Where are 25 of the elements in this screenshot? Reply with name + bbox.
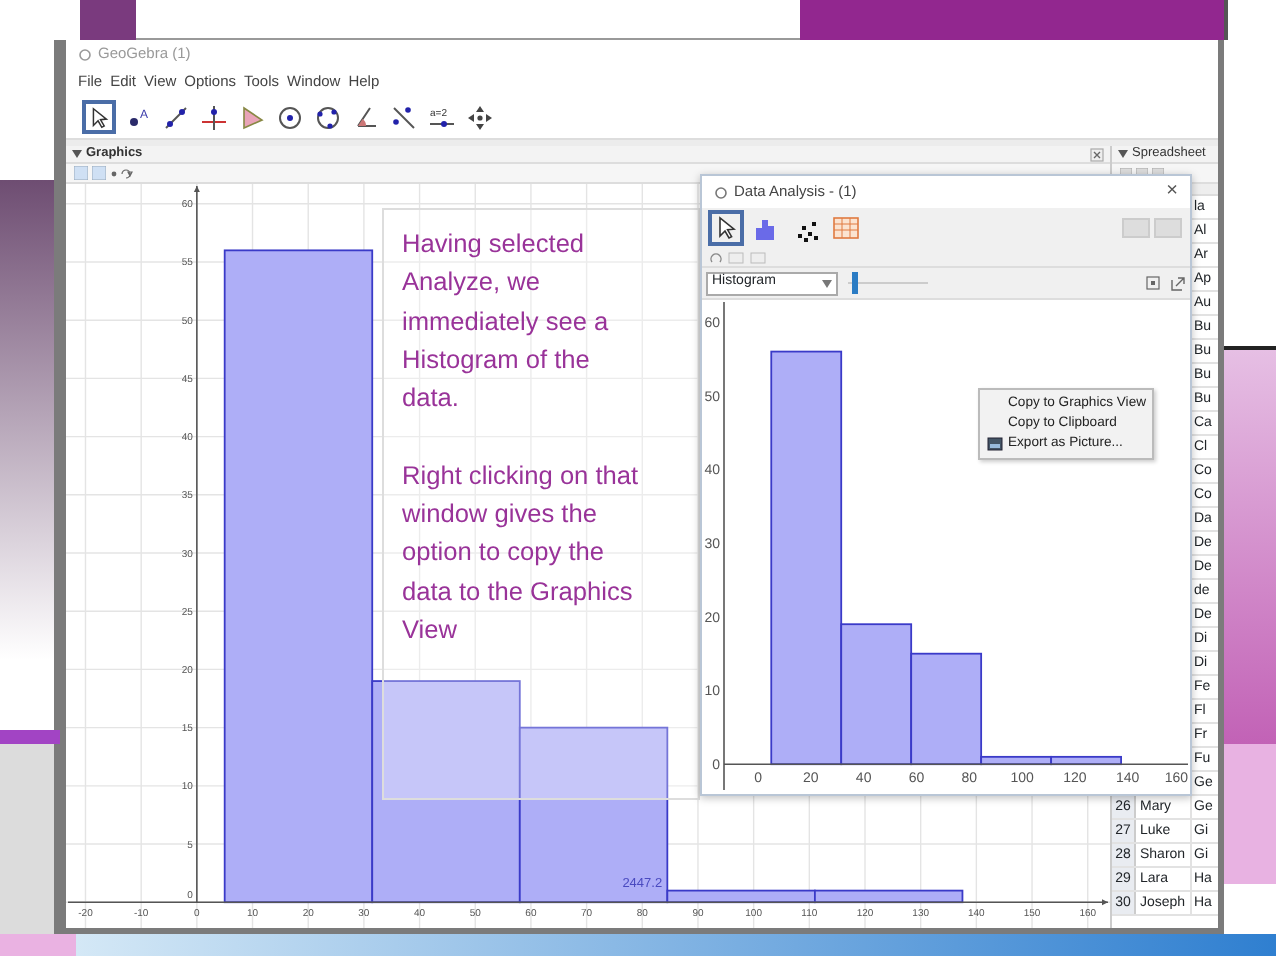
move-arrows-icon	[465, 103, 493, 131]
caret-icon	[72, 150, 82, 158]
export-icon	[1170, 275, 1186, 291]
rotate-icon	[710, 251, 722, 263]
circle-icon	[313, 103, 341, 131]
line-icon	[161, 103, 189, 131]
caret-icon	[1118, 150, 1128, 158]
style-bar-icon	[110, 167, 134, 179]
picture-icon	[986, 436, 1004, 452]
triangle-icon	[237, 103, 265, 131]
slider[interactable]	[848, 272, 928, 294]
angle-icon	[351, 103, 379, 131]
reflect-icon	[389, 103, 417, 131]
close-button[interactable]: ×	[1166, 182, 1178, 202]
slider-thumb[interactable]	[852, 272, 858, 294]
callout-text: Right clicking on that window gives the option to copy the data to the Graphics View	[402, 457, 641, 648]
settings-icon	[1146, 276, 1160, 290]
caret-icon	[822, 279, 832, 287]
perpendicular-icon	[199, 103, 227, 131]
callout-text: Having selected Analyze, we immediately see a Histogram of the data.	[402, 226, 611, 417]
tool-button[interactable]	[82, 100, 116, 134]
histogram-icon	[752, 214, 780, 242]
tool-button[interactable]	[708, 210, 744, 246]
table-icon	[832, 214, 860, 242]
circle-icon	[275, 103, 303, 131]
